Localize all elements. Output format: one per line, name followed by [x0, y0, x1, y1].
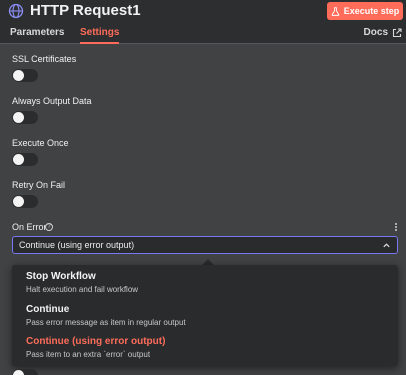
- always-output-data-toggle[interactable]: [12, 111, 38, 124]
- tab-settings[interactable]: Settings: [80, 27, 120, 44]
- retry-on-fail-label: Retry On Fail: [12, 180, 66, 190]
- on-error-label: On Error: [12, 222, 47, 232]
- execute-step-label: Execute step: [343, 6, 400, 16]
- execute-once-label: Execute Once: [12, 138, 69, 148]
- option-stop-workflow-description: Halt execution and fail workflow: [26, 285, 139, 294]
- hidden-setting-toggle[interactable]: [12, 369, 38, 375]
- execute-step-button[interactable]: Execute step: [327, 2, 403, 20]
- node-header: HTTP Request1 Execute step: [0, 0, 406, 25]
- question-circle-icon[interactable]: ?: [45, 223, 53, 231]
- execute-once-toggle[interactable]: [12, 153, 38, 166]
- on-error-select[interactable]: Continue (using error output): [12, 236, 398, 254]
- docs-link[interactable]: Docs: [364, 27, 402, 38]
- tab-parameters[interactable]: Parameters: [10, 27, 64, 44]
- flask-icon: [331, 6, 340, 16]
- external-link-icon: [392, 27, 402, 37]
- chevron-up-icon: [383, 243, 390, 248]
- option-continue[interactable]: Continue: [26, 304, 69, 315]
- docs-label: Docs: [363, 27, 388, 38]
- more-options-icon[interactable]: [395, 223, 399, 233]
- always-output-data-label: Always Output Data: [12, 96, 92, 106]
- option-continue-error-output[interactable]: Continue (using error output): [26, 336, 165, 347]
- tab-bar: Parameters Settings: [0, 25, 406, 44]
- ssl-certificates-toggle[interactable]: [12, 69, 38, 82]
- option-continue-error-output-description: Pass item to an extra `error` output: [26, 350, 151, 359]
- node-title: HTTP Request1: [30, 2, 141, 19]
- ssl-certificates-label: SSL Certificates: [12, 54, 77, 64]
- option-stop-workflow[interactable]: Stop Workflow: [26, 271, 96, 282]
- on-error-selected-value: Continue (using error output): [19, 240, 135, 250]
- retry-on-fail-toggle[interactable]: [12, 195, 38, 208]
- globe-icon: [8, 3, 24, 19]
- option-continue-description: Pass error message as item in regular ou…: [26, 318, 186, 327]
- on-error-dropdown: Stop Workflow Halt execution and fail wo…: [12, 265, 398, 366]
